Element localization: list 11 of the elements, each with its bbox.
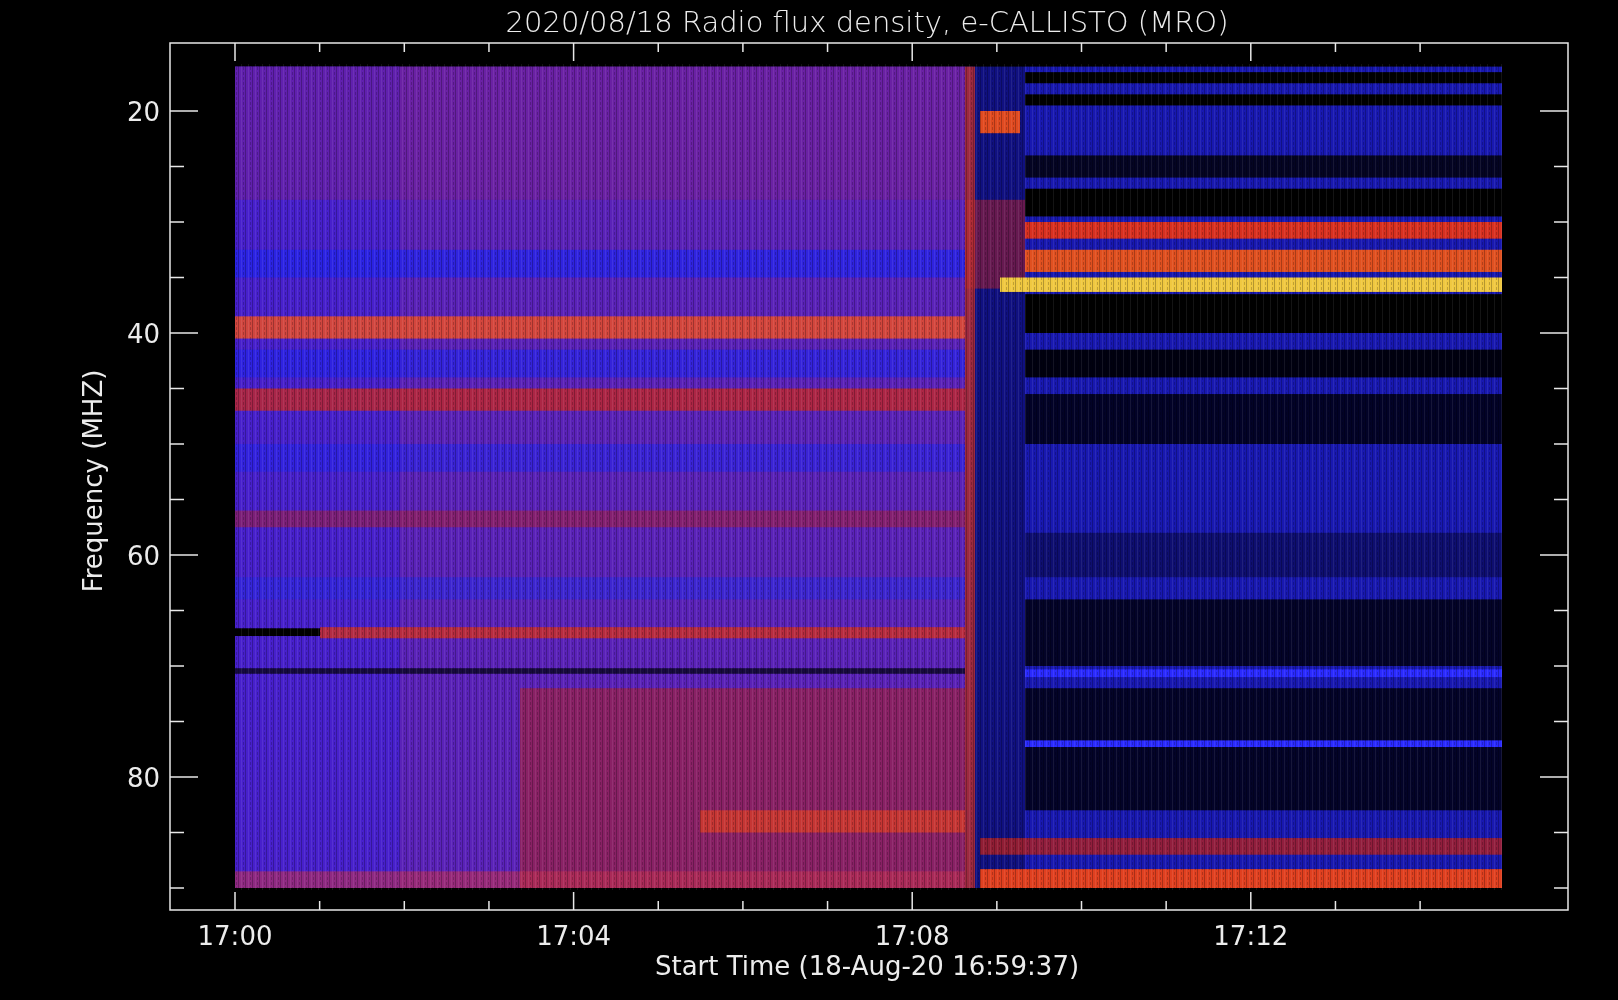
x-axis-label: Start Time (18-Aug-20 16:59:37) xyxy=(654,951,1080,981)
y-tick-label: 60 xyxy=(126,541,160,571)
x-tick-label: 17:08 xyxy=(874,921,950,951)
y-tick-label: 80 xyxy=(126,763,160,793)
y-axis-label: Frequency (MHZ) xyxy=(78,369,108,593)
x-tick-label: 17:04 xyxy=(536,921,612,951)
x-tick-label: 17:12 xyxy=(1213,921,1289,951)
y-tick-label: 40 xyxy=(126,319,160,349)
chart-title: 2020/08/18 Radio flux density, e-CALLISTO (MRO) xyxy=(505,5,1229,39)
x-tick-label: 17:00 xyxy=(197,921,273,951)
y-tick-label: 20 xyxy=(126,97,160,127)
